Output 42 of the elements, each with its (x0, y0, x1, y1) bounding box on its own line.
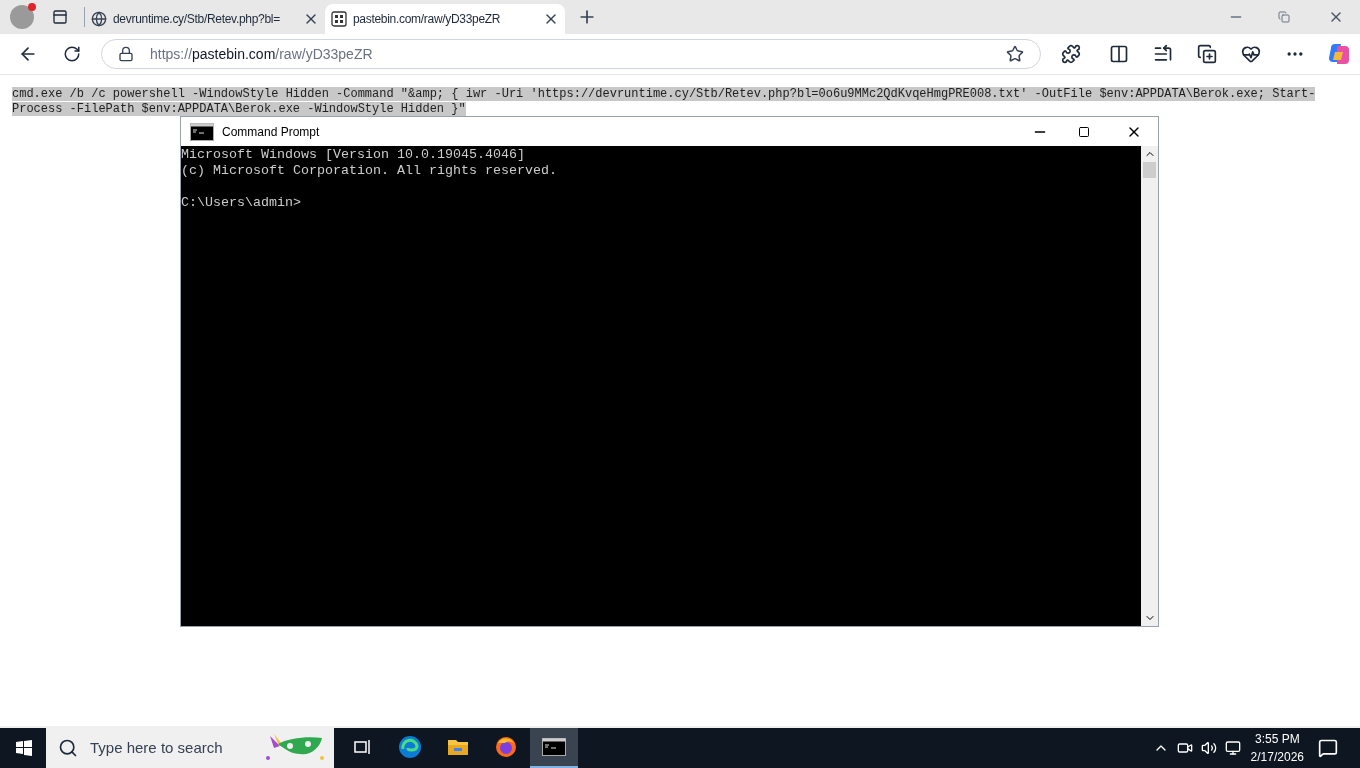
maximize-icon[interactable] (1078, 125, 1090, 138)
restore-icon[interactable] (1278, 11, 1290, 23)
favorites-icon[interactable] (1153, 44, 1173, 64)
firefox-icon (494, 735, 518, 759)
search-icon (58, 738, 78, 758)
console-line: Microsoft Windows [Version 10.0.19045.4046] (181, 147, 526, 163)
url-text: https://pastebin.com/raw/yD33peZR (150, 44, 373, 64)
tab-title: pastebin.com/raw/yD33peZR (353, 11, 502, 28)
volume-icon[interactable] (1200, 740, 1217, 756)
profile-avatar[interactable] (10, 5, 34, 29)
clock[interactable]: 3:55 PM 2/17/2026 (1250, 730, 1304, 766)
collections-icon[interactable] (1197, 44, 1217, 64)
document-icon (331, 11, 347, 27)
console-line: (c) Microsoft Corporation. All rights reserved. (181, 163, 558, 179)
globe-icon (91, 11, 107, 27)
browser-tab[interactable]: pastebin.com/raw/yD33peZR (325, 4, 565, 34)
tab-actions-icon[interactable] (52, 9, 68, 25)
camera-icon[interactable] (1176, 740, 1193, 756)
windows-logo-icon[interactable] (16, 740, 32, 756)
lock-icon (118, 46, 134, 62)
health-icon[interactable] (1241, 44, 1261, 64)
terminal-icon (190, 121, 214, 142)
reload-icon[interactable] (63, 45, 81, 63)
favorite-star-icon[interactable] (1006, 45, 1024, 63)
task-view-icon (352, 737, 372, 757)
extensions-icon[interactable] (1061, 44, 1081, 64)
taskbar-app[interactable] (530, 728, 578, 768)
search-placeholder: Type here to search (90, 737, 223, 758)
browser-tab[interactable]: devruntime.cy/Stb/Retev.php?bl= (85, 4, 325, 34)
tab-title: devruntime.cy/Stb/Retev.php?bl= (113, 11, 281, 28)
window-title: Command Prompt (222, 123, 320, 141)
search-field[interactable]: Type here to search (46, 728, 334, 768)
terminal-icon (542, 737, 566, 757)
console-prompt: C:\Users\admin> (181, 195, 302, 211)
notifications-icon[interactable] (1318, 738, 1338, 758)
browser-icon (398, 735, 422, 759)
network-icon[interactable] (1224, 740, 1241, 756)
date-text: 2/17/2026 (1250, 749, 1304, 766)
scroll-thumb[interactable] (1143, 162, 1156, 178)
time-text: 3:55 PM (1254, 731, 1300, 748)
copilot-icon[interactable] (1327, 42, 1351, 66)
split-screen-icon[interactable] (1109, 44, 1129, 64)
